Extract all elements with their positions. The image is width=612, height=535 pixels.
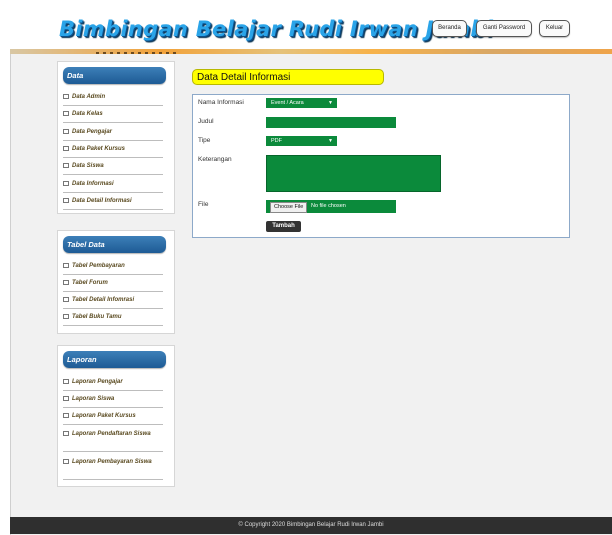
sidebar-item-laporan-siswa[interactable]: Laporan Siswa [63,395,163,408]
edit-icon [63,162,69,168]
keterangan-textarea[interactable] [266,155,441,192]
sidebar-item-data-pengajar[interactable]: Data Pengajar [63,128,163,141]
sidebar-item-data-siswa[interactable]: Data Siswa [63,162,163,175]
edit-icon [63,197,69,203]
edit-icon [63,180,69,186]
nav-ganti-password-button[interactable]: Ganti Password [476,20,532,37]
sidebar-item-laporan-pembayaran-siswa[interactable]: Laporan Pembayaran Siswa [63,458,163,480]
edit-icon [63,378,69,384]
sidebar-item-label: Laporan Pembayaran Siswa [72,459,152,465]
sidebar-item-label: Laporan Paket Kursus [72,413,136,419]
sidebar-laporan-title: Laporan [63,351,166,368]
sidebar-item-label: Data Admin [72,94,106,100]
edit-icon [63,93,69,99]
sidebar-item-data-detail-informasi[interactable]: Data Detail Informasi [63,197,163,210]
sidebar-item-label: Data Informasi [72,181,114,187]
edit-icon [63,262,69,268]
chevron-down-icon: ▼ [328,138,333,144]
sidebar-item-tabel-detail-informasi[interactable]: Tabel Detail Infomrasi [63,296,163,309]
nama-informasi-select[interactable]: Event / Acara ▼ [266,98,337,108]
edit-icon [63,395,69,401]
sidebar-item-label: Laporan Pengajar [72,379,123,385]
page-title: Data Detail Informasi [192,69,384,85]
sidebar-tabel-box: Tabel Data Tabel Pembayaran Tabel Forum … [57,230,175,334]
edit-icon [63,313,69,319]
choose-file-button[interactable]: Choose File [270,202,308,213]
tipe-select[interactable]: PDF ▼ [266,136,337,146]
sidebar-item-label: Tabel Forum [72,280,108,286]
file-input[interactable]: Choose File No file chosen [266,200,396,213]
sidebar-item-laporan-pengajar[interactable]: Laporan Pengajar [63,378,163,391]
sidebar-item-data-kelas[interactable]: Data Kelas [63,110,163,123]
edit-icon [63,145,69,151]
edit-icon [63,296,69,302]
edit-icon [63,458,69,464]
footer-copyright: © Copyright 2020 Bimbingan Belajar Rudi … [10,517,612,534]
sidebar-item-data-admin[interactable]: Data Admin [63,93,163,106]
nama-informasi-value: Event / Acara [271,100,304,106]
sidebar-item-label: Tabel Buku Tamu [72,314,122,320]
edit-icon [63,279,69,285]
nav-keluar-button[interactable]: Keluar [539,20,570,37]
sidebar-tabel-title: Tabel Data [63,236,166,253]
sidebar-item-label: Data Kelas [72,111,103,117]
sidebar-item-label: Tabel Pembayaran [72,263,125,269]
judul-label: Judul [198,118,214,125]
tambah-button[interactable]: Tambah [266,221,301,232]
sidebar-item-tabel-forum[interactable]: Tabel Forum [63,279,163,292]
file-status: No file chosen [311,203,346,209]
sidebar-item-label: Laporan Siswa [72,396,115,402]
sidebar-item-tabel-pembayaran[interactable]: Tabel Pembayaran [63,262,163,275]
sidebar-data-title: Data [63,67,166,84]
tipe-label: Tipe [198,137,211,144]
sidebar-item-label: Data Pengajar [72,129,113,135]
sidebar-item-data-informasi[interactable]: Data Informasi [63,180,163,193]
sidebar-item-label: Tabel Detail Infomrasi [72,297,135,303]
sidebar-laporan-box: Laporan Laporan Pengajar Laporan Siswa L… [57,345,175,487]
edit-icon [63,412,69,418]
edit-icon [63,128,69,134]
sidebar-item-tabel-buku-tamu[interactable]: Tabel Buku Tamu [63,313,163,326]
chevron-down-icon: ▼ [328,100,333,106]
sidebar-item-label: Data Detail Informasi [72,198,132,204]
sidebar-item-laporan-pendaftaran-siswa[interactable]: Laporan Pendaftaran Siswa [63,430,163,452]
edit-icon [63,110,69,116]
file-label: File [198,201,209,208]
site-title: Bimbingan Belajar Rudi Irwan Jambi [59,17,494,41]
keterangan-label: Keterangan [198,156,232,163]
sidebar-item-laporan-paket-kursus[interactable]: Laporan Paket Kursus [63,412,163,425]
edit-icon [63,430,69,436]
banner-decoration [96,52,176,54]
sidebar-item-label: Data Siswa [72,163,104,169]
tipe-value: PDF [271,138,282,144]
judul-input[interactable] [266,117,396,128]
sidebar-item-data-paket-kursus[interactable]: Data Paket Kursus [63,145,163,158]
nama-informasi-label: Nama Informasi [198,99,244,106]
nav-beranda-button[interactable]: Beranda [432,20,467,37]
sidebar-item-label: Data Paket Kursus [72,146,126,152]
sidebar-data-box: Data Data Admin Data Kelas Data Pengajar… [57,61,175,214]
sidebar-item-label: Laporan Pendaftaran Siswa [72,431,151,437]
